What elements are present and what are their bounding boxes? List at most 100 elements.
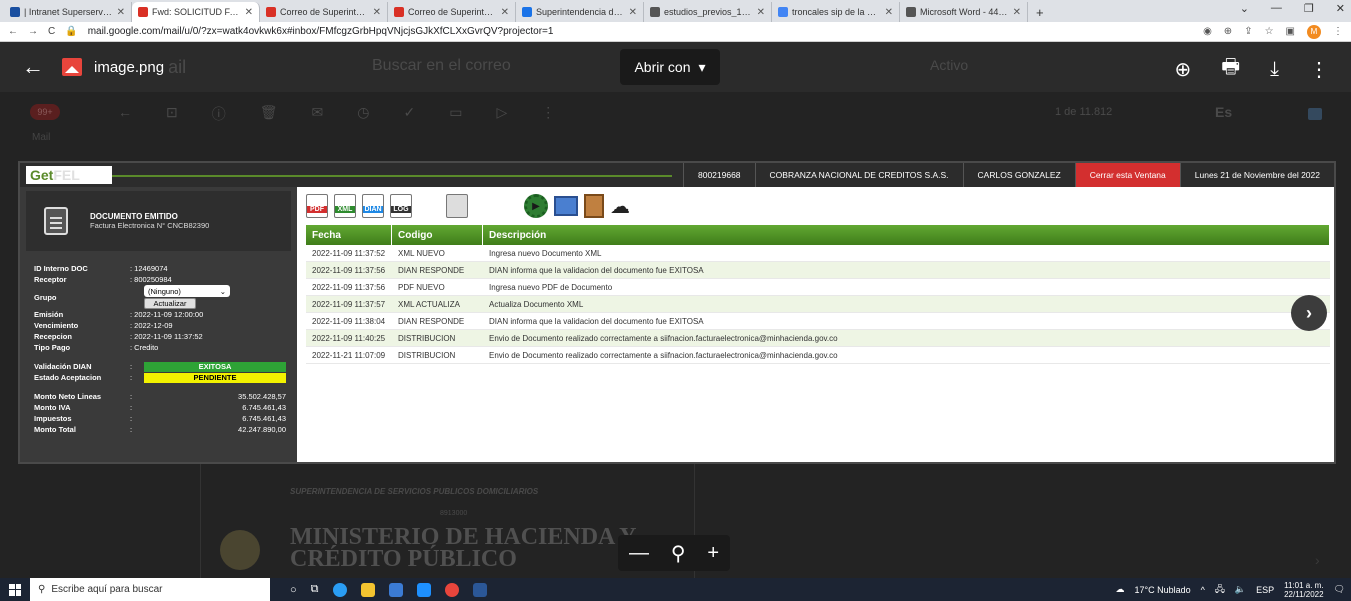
acceptance-status-badge: PENDIENTE	[144, 372, 286, 383]
close-window-icon[interactable]: ✕	[1336, 2, 1345, 15]
share-icon[interactable]: ⇪	[1244, 26, 1252, 37]
tab-close-icon[interactable]: ✕	[629, 7, 637, 18]
xml-download-icon[interactable]: XML	[334, 194, 356, 218]
xml-icon-label: XML	[335, 206, 355, 213]
tab-close-icon[interactable]: ✕	[757, 7, 765, 18]
grupo-select[interactable]: (Ninguno) ⌄	[144, 285, 230, 297]
field-monto-iva: Monto IVA: 6.745.461,43	[34, 402, 286, 413]
field-monto-total: Monto Total: 42.247.890,00	[34, 424, 286, 435]
tab-close-icon[interactable]: ✕	[501, 7, 509, 18]
add-to-drive-icon[interactable]: ⊕	[1175, 57, 1192, 82]
tab-search-icon[interactable]: ⌄	[1240, 2, 1249, 15]
document-code: 8913000	[440, 510, 468, 517]
field-value: 35.502.428,57	[238, 392, 286, 401]
log-icon-label: LOG	[391, 206, 411, 213]
url-field[interactable]: mail.google.com/mail/u/0/?zx=watk4ovkwk6…	[88, 26, 1193, 37]
chrome-icon[interactable]	[444, 582, 459, 597]
zoom-icon[interactable]: ⊕	[1224, 26, 1232, 37]
input-language[interactable]: ESP	[1256, 585, 1274, 595]
reload-icon[interactable]: C	[48, 26, 55, 37]
cortana-icon[interactable]: ○	[290, 584, 297, 596]
clipboard-icon[interactable]	[584, 194, 604, 218]
sidepanel-icon[interactable]: ▣	[1286, 26, 1295, 37]
restore-icon[interactable]: ❐	[1304, 2, 1314, 15]
browser-tab[interactable]: troncales sip de la entidad ✕	[772, 2, 900, 22]
tab-close-icon[interactable]: ✕	[885, 7, 893, 18]
dian-search-icon[interactable]	[554, 196, 578, 216]
taskbar-search[interactable]: ⚲ Escribe aquí para buscar	[30, 578, 270, 601]
update-button[interactable]: Actualizar	[144, 298, 196, 309]
download-icon[interactable]: ⤓	[1270, 58, 1279, 81]
field-label: Impuestos	[34, 414, 72, 423]
notifications-icon[interactable]: 🗨	[1334, 584, 1345, 595]
store-icon[interactable]	[388, 582, 403, 597]
gear-icon[interactable]: ▶	[524, 194, 548, 218]
tab-close-icon[interactable]: ✕	[117, 7, 125, 18]
tab-close-icon[interactable]: ✕	[373, 7, 381, 18]
print-icon[interactable]: 🖶	[1221, 52, 1240, 86]
browser-tab[interactable]: Correo de Superintendenc ✕	[388, 2, 516, 22]
browser-tab[interactable]: | Intranet Superservicios ✕	[4, 2, 132, 22]
magnifier-icon[interactable]: ⚲	[671, 541, 686, 566]
logo-divider	[112, 175, 672, 177]
minimize-icon[interactable]: —	[1271, 2, 1282, 15]
open-with-button[interactable]: Abrir con ▾	[620, 49, 720, 85]
field-value: : 2022-12-09	[130, 321, 173, 330]
tray-chevron-icon[interactable]: ^	[1201, 585, 1205, 595]
document-subtitle: Factura Electronica N° CNCB82390	[90, 221, 210, 230]
log-download-icon[interactable]: LOG	[390, 194, 412, 218]
zoom-in-icon[interactable]: +	[707, 542, 719, 565]
history-table: Fecha Codigo Descripción 2022-11-09 11:3…	[306, 225, 1330, 364]
forward-icon[interactable]: →	[28, 26, 38, 37]
network-icon[interactable]: 🖧	[1215, 582, 1225, 598]
profile-avatar[interactable]: M	[1307, 24, 1321, 39]
field-label: Monto Neto Lineas	[34, 392, 102, 401]
browser-tab[interactable]: Superintendencia de Servi ✕	[516, 2, 644, 22]
weather-text[interactable]: 17°C Nublado	[1134, 585, 1190, 595]
cell-codigo: DIAN RESPONDE	[398, 316, 465, 326]
menu-icon[interactable]: ⋮	[1333, 26, 1343, 37]
field-label: Validación DIAN	[34, 362, 92, 371]
file-explorer-icon[interactable]	[360, 582, 375, 597]
close-window-button[interactable]: Cerrar esta Ventana	[1074, 163, 1180, 187]
tab-label: troncales sip de la entidad	[792, 7, 881, 17]
next-image-button[interactable]: ›	[1291, 295, 1327, 331]
document-title: DOCUMENTO EMITIDO	[90, 212, 178, 221]
cloud-download-icon[interactable]: ☁	[610, 194, 630, 219]
edge-icon[interactable]	[332, 582, 347, 597]
browser-tab[interactable]: Correo de Superintendenc ✕	[260, 2, 388, 22]
clock[interactable]: 11:01 a. m. 22/11/2022	[1284, 581, 1323, 599]
star-icon[interactable]: ☆	[1265, 26, 1274, 37]
tab-close-icon[interactable]: ✕	[1013, 7, 1021, 18]
tab-label: Superintendencia de Servi	[536, 7, 625, 17]
favicon-icon	[10, 7, 20, 17]
browser-tab[interactable]: estudios_previos_15.pdf ✕	[644, 2, 772, 22]
browser-tab[interactable]: Fwd: SOLICITUD FACTURA ✕	[132, 2, 260, 22]
task-view-icon[interactable]: ⧉	[311, 583, 319, 596]
tab-close-icon[interactable]: ✕	[245, 7, 253, 18]
calculator-icon[interactable]	[446, 194, 468, 218]
zoom-out-icon[interactable]: —	[629, 542, 649, 565]
field-colon: :	[130, 414, 133, 423]
eye-icon[interactable]: ◉	[1203, 26, 1212, 37]
pdf-download-icon[interactable]: PDF	[306, 194, 328, 218]
back-icon[interactable]: ←	[8, 26, 18, 37]
table-row: 2022-11-09 11:37:57 XML ACTUALIZA Actualiz…	[306, 296, 1330, 313]
cell-fecha: 2022-11-09 11:37:52	[312, 248, 386, 258]
field-label: Estado Aceptacion	[34, 373, 102, 382]
word-icon[interactable]	[472, 582, 487, 597]
field-colon: :	[130, 362, 133, 371]
mail-icon[interactable]	[416, 582, 431, 597]
volume-icon[interactable]: 🔈	[1235, 584, 1246, 595]
logo-get: Get	[30, 167, 54, 183]
dian-download-icon[interactable]: DIAN	[362, 194, 384, 218]
tab-label: Microsoft Word - 44. Anex	[920, 7, 1009, 17]
more-options-icon[interactable]: ⋮	[1309, 57, 1329, 82]
field-value: 6.745.461,43	[242, 414, 286, 423]
browser-tab[interactable]: Microsoft Word - 44. Anex ✕	[900, 2, 1028, 22]
new-tab-button[interactable]: +	[1028, 2, 1052, 22]
start-button[interactable]	[0, 583, 30, 596]
close-viewer-icon[interactable]: ←	[22, 54, 52, 80]
header-date: Lunes 21 de Noviembre del 2022	[1179, 163, 1334, 187]
